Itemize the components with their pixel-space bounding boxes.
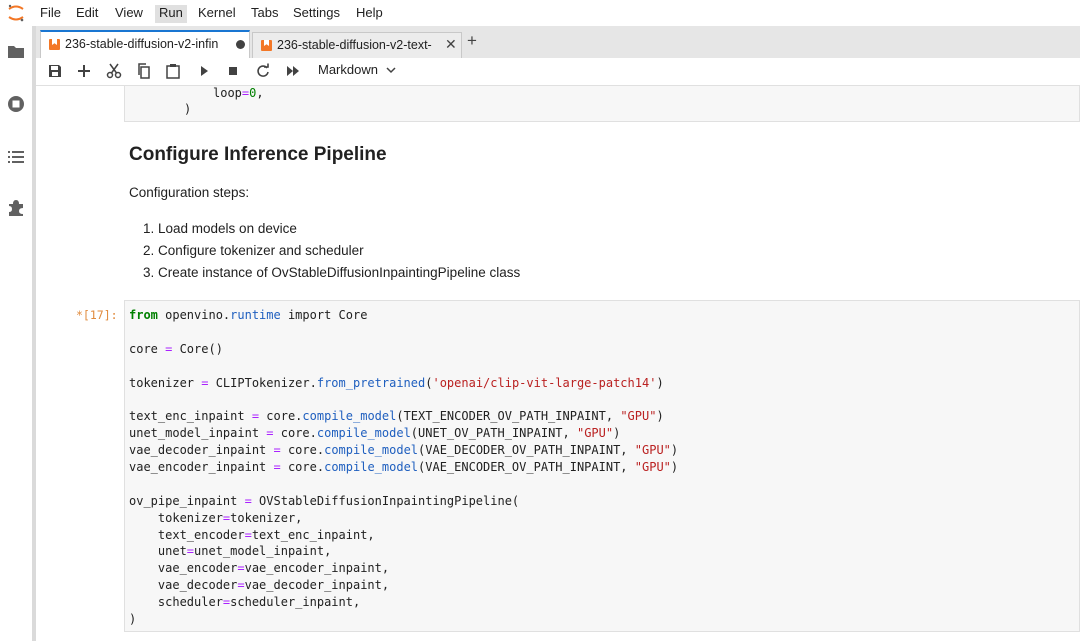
code-line: ): [129, 612, 137, 627]
notebook-panel: loop=0, ) Configure Inference Pipeline C…: [36, 86, 1080, 641]
menu-run[interactable]: Run: [155, 5, 187, 23]
extension-icon[interactable]: [5, 197, 27, 219]
menu-tabs[interactable]: Tabs: [247, 5, 282, 23]
code-line: from openvino.runtime import Core: [129, 308, 368, 322]
notebook-icon: [49, 39, 60, 50]
execution-prompt: *[17]:: [76, 308, 118, 322]
notebook-icon: [261, 40, 272, 51]
menu-settings[interactable]: Settings: [289, 5, 344, 23]
menu-edit[interactable]: Edit: [72, 5, 102, 23]
fast-forward-icon[interactable]: [284, 63, 302, 79]
code-line: tokenizer=tokenizer,: [129, 510, 303, 525]
stop-icon[interactable]: [224, 63, 242, 79]
code-line: text_encoder=text_enc_inpaint,: [129, 527, 375, 542]
tab-notebook-text[interactable]: 236-stable-diffusion-v2-text- ✕: [252, 32, 462, 58]
code-line: loop=0,: [213, 86, 264, 100]
code-line: ov_pipe_inpaint = OVStableDiffusionInpai…: [129, 493, 520, 508]
code-line: vae_decoder_inpaint = core.compile_model…: [129, 443, 679, 458]
markdown-heading: Configure Inference Pipeline: [129, 144, 387, 165]
unsaved-dot-icon[interactable]: [236, 40, 245, 49]
cell-type-value: Markdown: [318, 62, 378, 77]
menu-kernel[interactable]: Kernel: [194, 5, 240, 23]
run-icon[interactable]: [195, 63, 213, 79]
running-icon[interactable]: [5, 93, 27, 115]
left-activity-bar: [0, 26, 32, 641]
code-line: scheduler=scheduler_inpaint,: [129, 595, 361, 610]
add-icon[interactable]: [75, 63, 93, 79]
copy-icon[interactable]: [135, 63, 153, 79]
code-line: unet_model_inpaint = core.compile_model(…: [129, 426, 621, 441]
code-lines: from openvino.runtime import Core core =…: [129, 307, 678, 628]
markdown-paragraph: Configuration steps:: [129, 185, 250, 200]
menu-file[interactable]: File: [36, 5, 65, 23]
previous-code-cell[interactable]: loop=0, ): [124, 86, 1080, 122]
code-line: unet=unet_model_inpaint,: [129, 544, 332, 559]
code-line: vae_decoder=vae_decoder_inpaint,: [129, 578, 390, 593]
jupyter-logo-icon[interactable]: [6, 3, 26, 23]
code-line: ): [184, 102, 192, 116]
tab-label: 236-stable-diffusion-v2-infin: [65, 37, 219, 51]
menu-bar: File Edit View Run Kernel Tabs Settings …: [0, 0, 1080, 27]
tab-label: 236-stable-diffusion-v2-text-: [277, 38, 432, 52]
save-icon[interactable]: [46, 63, 64, 79]
steps-list: 1. Load models on device 2. Configure to…: [143, 218, 520, 284]
cell-type-select[interactable]: Markdown: [318, 62, 396, 77]
paste-icon[interactable]: [164, 63, 182, 79]
menu-help[interactable]: Help: [352, 5, 387, 23]
chevron-down-icon: [386, 67, 396, 74]
cut-icon[interactable]: [105, 63, 123, 79]
code-line: text_enc_inpaint = core.compile_model(TE…: [129, 409, 664, 424]
list-item: 3. Create instance of OvStableDiffusionI…: [143, 265, 521, 280]
restart-icon[interactable]: [254, 63, 272, 79]
tab-notebook-inpainting[interactable]: 236-stable-diffusion-v2-infin: [40, 30, 250, 59]
menu-view[interactable]: View: [111, 5, 147, 23]
toc-icon[interactable]: [5, 146, 27, 168]
code-line: vae_encoder=vae_encoder_inpaint,: [129, 561, 390, 576]
notebook-toolbar: Markdown: [36, 58, 1080, 86]
code-line: vae_encoder_inpaint = core.compile_model…: [129, 460, 679, 475]
code-cell-editor[interactable]: from openvino.runtime import Core core =…: [124, 300, 1080, 632]
code-line: tokenizer = CLIPTokenizer.from_pretraine…: [129, 375, 664, 390]
list-item: 2. Configure tokenizer and scheduler: [143, 243, 364, 258]
tab-bar: 236-stable-diffusion-v2-infin 236-stable…: [36, 26, 1080, 59]
folder-icon[interactable]: [5, 41, 27, 63]
add-tab-icon[interactable]: +: [467, 31, 477, 51]
code-line: core = Core(): [129, 341, 223, 356]
close-icon[interactable]: ✕: [445, 36, 457, 53]
list-item: 1. Load models on device: [143, 221, 297, 236]
